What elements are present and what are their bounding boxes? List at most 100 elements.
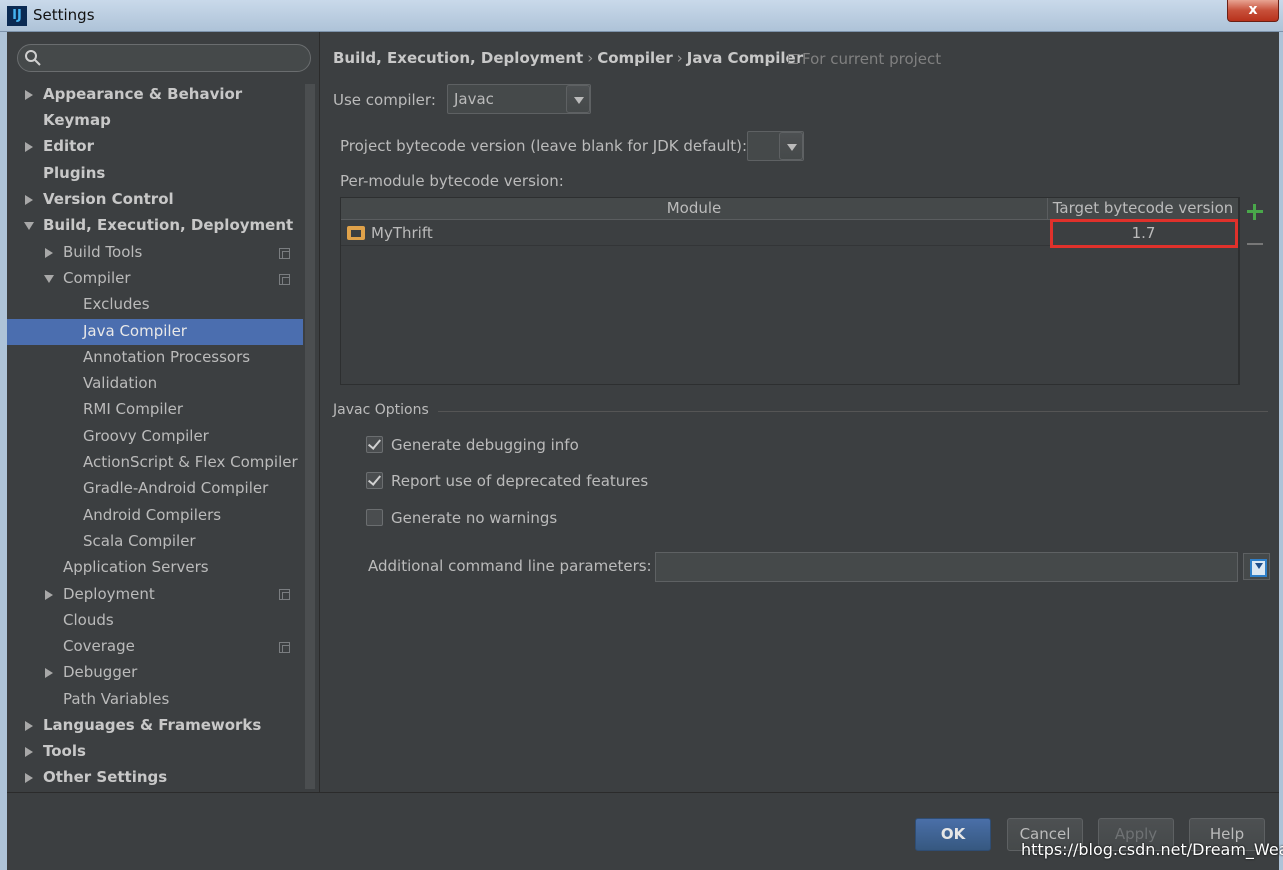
tree-item-label: Appearance & Behavior bbox=[43, 85, 242, 103]
column-header-target[interactable]: Target bytecode version bbox=[1048, 199, 1238, 217]
tree-item-validation[interactable]: Validation bbox=[83, 371, 157, 396]
ok-button[interactable]: OK bbox=[915, 818, 991, 851]
tree-item-application-servers[interactable]: Application Servers bbox=[63, 555, 209, 580]
tree-item-label: Build, Execution, Deployment bbox=[43, 216, 293, 234]
add-icon[interactable] bbox=[1246, 203, 1264, 221]
breadcrumb: Build, Execution, Deployment›Compiler›Ja… bbox=[333, 49, 803, 67]
deprecated-label[interactable]: Report use of deprecated features bbox=[391, 472, 648, 490]
tree-item-java-compiler[interactable]: Java Compiler bbox=[83, 319, 187, 344]
expand-arrow-icon[interactable] bbox=[25, 142, 33, 152]
remove-icon[interactable] bbox=[1246, 235, 1264, 253]
tree-item-build-tools[interactable]: Build Tools bbox=[43, 240, 142, 265]
tree-item-android-compilers[interactable]: Android Compilers bbox=[83, 503, 221, 528]
tree-item-path-variables[interactable]: Path Variables bbox=[63, 687, 169, 712]
debug-info-label[interactable]: Generate debugging info bbox=[391, 436, 579, 454]
tree-item-build-execution-deployment[interactable]: Build, Execution, Deployment bbox=[23, 213, 293, 238]
project-scope-icon bbox=[279, 274, 290, 285]
expand-arrow-icon[interactable] bbox=[25, 773, 33, 783]
window-title-bar: IJ Settings x bbox=[0, 0, 1283, 32]
tree-item-label: Groovy Compiler bbox=[83, 427, 209, 445]
tree-item-deployment[interactable]: Deployment bbox=[43, 582, 155, 607]
no-warnings-checkbox[interactable] bbox=[366, 509, 383, 526]
javac-options-title: Javac Options bbox=[333, 402, 429, 418]
sidebar-scrollbar[interactable] bbox=[305, 84, 315, 789]
project-scope-icon bbox=[279, 589, 290, 600]
dialog-button-bar: OK Cancel Apply Help https://blog.csdn.n… bbox=[7, 792, 1279, 870]
window-close-button[interactable]: x bbox=[1227, 0, 1279, 22]
deprecated-checkbox[interactable] bbox=[366, 472, 383, 489]
breadcrumb-part: Java Compiler bbox=[687, 49, 803, 67]
tree-item-label: Clouds bbox=[63, 611, 114, 629]
expand-editor-icon[interactable] bbox=[1243, 553, 1270, 580]
tree-item-version-control[interactable]: Version Control bbox=[23, 187, 174, 212]
expand-arrow-icon[interactable] bbox=[25, 747, 33, 757]
tree-item-label: Scala Compiler bbox=[83, 532, 196, 550]
module-folder-icon bbox=[347, 226, 365, 240]
tree-item-label: Validation bbox=[83, 374, 157, 392]
tree-item-debugger[interactable]: Debugger bbox=[43, 660, 137, 685]
tree-item-clouds[interactable]: Clouds bbox=[63, 608, 114, 633]
use-compiler-select[interactable]: Javac bbox=[447, 84, 591, 114]
tree-item-annotation-processors[interactable]: Annotation Processors bbox=[83, 345, 250, 370]
project-scope-icon bbox=[279, 248, 290, 259]
search-input[interactable] bbox=[46, 48, 304, 68]
tree-item-groovy-compiler[interactable]: Groovy Compiler bbox=[83, 424, 209, 449]
breadcrumb-separator: › bbox=[587, 49, 593, 67]
tree-item-keymap[interactable]: Keymap bbox=[23, 108, 111, 133]
bytecode-version-select[interactable] bbox=[747, 131, 804, 161]
window-frame-left bbox=[0, 32, 7, 870]
section-divider bbox=[438, 411, 1268, 412]
tree-item-label: Android Compilers bbox=[83, 506, 221, 524]
tree-item-other-settings[interactable]: Other Settings bbox=[23, 765, 167, 790]
project-scope-icon bbox=[788, 54, 798, 64]
tree-item-actionscript-flex-compiler[interactable]: ActionScript & Flex Compiler bbox=[83, 450, 298, 475]
tree-item-gradle-android-compiler[interactable]: Gradle-Android Compiler bbox=[83, 476, 268, 501]
tree-item-scala-compiler[interactable]: Scala Compiler bbox=[83, 529, 196, 554]
chevron-down-icon[interactable] bbox=[566, 85, 590, 113]
chevron-down-icon[interactable] bbox=[779, 132, 803, 160]
tree-item-appearance-behavior[interactable]: Appearance & Behavior bbox=[23, 82, 242, 107]
tree-item-label: Gradle-Android Compiler bbox=[83, 479, 268, 497]
scope-indicator: For current project bbox=[788, 50, 941, 68]
use-compiler-label: Use compiler: bbox=[333, 91, 436, 109]
tree-item-label: Debugger bbox=[63, 663, 137, 681]
no-warnings-label[interactable]: Generate no warnings bbox=[391, 509, 557, 527]
expand-arrow-icon[interactable] bbox=[25, 721, 33, 731]
per-module-label: Per-module bytecode version: bbox=[340, 172, 564, 190]
expand-arrow-icon[interactable] bbox=[45, 590, 53, 600]
search-box[interactable] bbox=[17, 44, 311, 72]
tree-item-coverage[interactable]: Coverage bbox=[63, 634, 135, 659]
module-bytecode-table: Module Target bytecode version MyThrift … bbox=[340, 197, 1239, 385]
expand-arrow-icon[interactable] bbox=[25, 90, 33, 100]
tree-item-excludes[interactable]: Excludes bbox=[83, 292, 150, 317]
watermark-text: https://blog.csdn.net/Dream_Weave bbox=[1021, 840, 1283, 859]
tree-item-label: Compiler bbox=[63, 269, 131, 287]
search-icon bbox=[24, 49, 42, 67]
tree-item-label: Other Settings bbox=[43, 768, 167, 786]
collapse-arrow-icon[interactable] bbox=[24, 222, 34, 230]
column-header-module[interactable]: Module bbox=[341, 199, 1047, 217]
tree-item-tools[interactable]: Tools bbox=[23, 739, 86, 764]
module-name-cell[interactable]: MyThrift bbox=[371, 224, 433, 242]
tree-item-rmi-compiler[interactable]: RMI Compiler bbox=[83, 397, 183, 422]
scope-label: For current project bbox=[802, 50, 941, 68]
collapse-arrow-icon[interactable] bbox=[44, 275, 54, 283]
tree-item-compiler[interactable]: Compiler bbox=[43, 266, 131, 291]
tree-item-label: Coverage bbox=[63, 637, 135, 655]
tree-item-label: Annotation Processors bbox=[83, 348, 250, 366]
tree-item-plugins[interactable]: Plugins bbox=[23, 161, 105, 186]
tree-item-editor[interactable]: Editor bbox=[23, 134, 94, 159]
tree-item-label: Languages & Frameworks bbox=[43, 716, 261, 734]
tree-item-label: Keymap bbox=[43, 111, 111, 129]
tree-item-languages-frameworks[interactable]: Languages & Frameworks bbox=[23, 713, 261, 738]
use-compiler-value: Javac bbox=[454, 90, 494, 108]
debug-info-checkbox[interactable] bbox=[366, 436, 383, 453]
params-label: Additional command line parameters: bbox=[368, 557, 652, 575]
expand-arrow-icon[interactable] bbox=[25, 195, 33, 205]
expand-arrow-icon[interactable] bbox=[45, 668, 53, 678]
tree-item-label: Path Variables bbox=[63, 690, 169, 708]
params-input[interactable] bbox=[655, 552, 1238, 582]
breadcrumb-part: Build, Execution, Deployment bbox=[333, 49, 583, 67]
expand-arrow-icon[interactable] bbox=[45, 248, 53, 258]
table-header: Module Target bytecode version bbox=[341, 198, 1238, 220]
